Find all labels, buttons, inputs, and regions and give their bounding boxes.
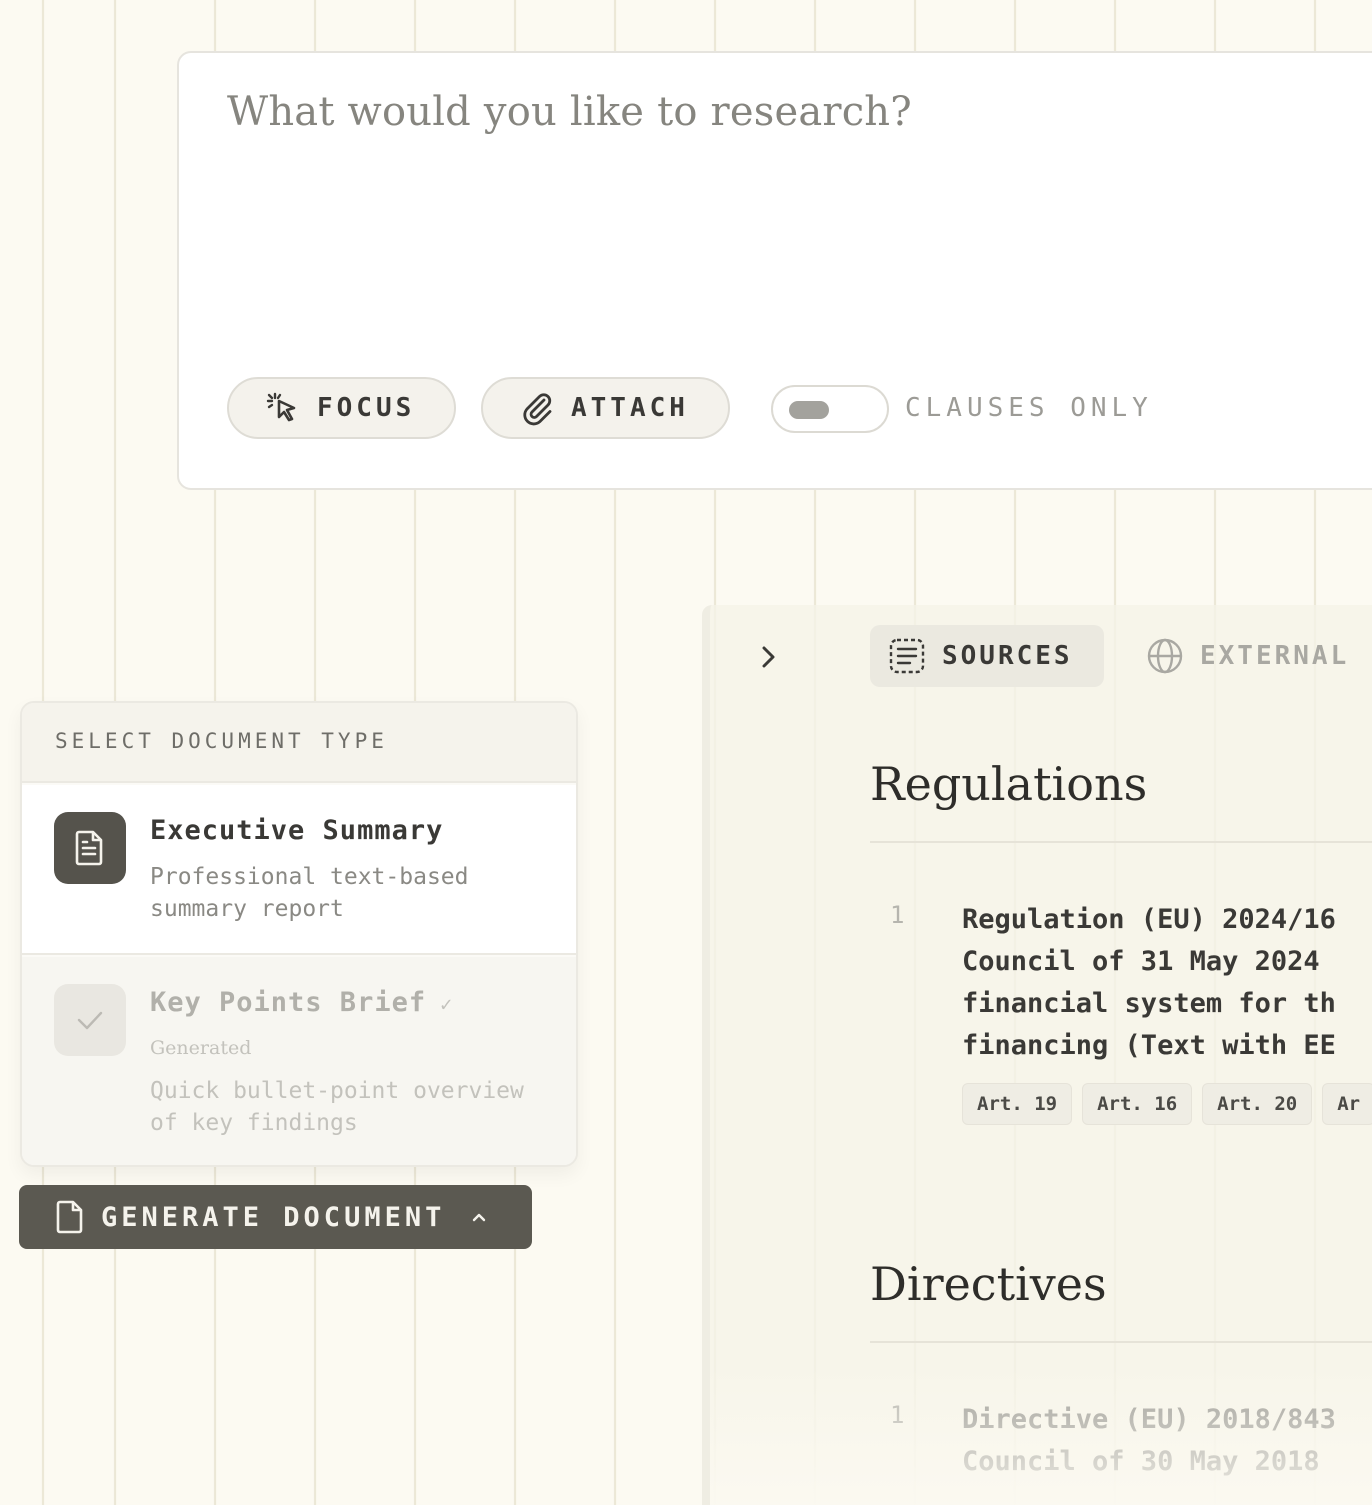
article-chip[interactable]: Art. 20 xyxy=(1202,1083,1313,1125)
tab-sources-label: SOURCES xyxy=(942,641,1073,671)
article-chip[interactable]: Art. 19 xyxy=(962,1083,1073,1125)
source-line: financing (Text with EE xyxy=(962,1030,1336,1061)
option-description: Professional text-based summary report xyxy=(150,864,469,922)
globe-icon xyxy=(1147,638,1183,674)
tab-external-label: EXTERNAL xyxy=(1200,641,1350,671)
chevron-up-icon xyxy=(473,1213,486,1222)
tab-external[interactable]: EXTERNAL xyxy=(1146,625,1372,687)
section-divider xyxy=(870,1341,1372,1343)
cursor-click-icon xyxy=(263,388,303,428)
source-item-directive[interactable]: Directive (EU) 2018/843 Council of 30 Ma… xyxy=(962,1399,1372,1483)
document-type-menu: SELECT DOCUMENT TYPE Executive Summary P… xyxy=(20,701,578,1167)
source-line: Council of 31 May 2024 xyxy=(962,946,1320,977)
option-executive-summary[interactable]: Executive Summary Professional text-base… xyxy=(22,785,576,955)
option-key-points-brief[interactable]: Key Points Brief ✓ Generated Quick bullet… xyxy=(22,957,576,1165)
option-description: Quick bullet-point overview of key findi… xyxy=(150,1078,524,1136)
source-line: Council of 30 May 2018 xyxy=(962,1446,1320,1477)
section-heading-regulations: Regulations xyxy=(870,757,1148,811)
clauses-only-toggle[interactable] xyxy=(771,385,889,433)
generate-document-label: GENERATE DOCUMENT xyxy=(101,1201,446,1233)
section-heading-directives: Directives xyxy=(870,1257,1107,1311)
chevron-right-icon xyxy=(762,646,775,668)
focus-label: FOCUS xyxy=(317,393,416,423)
option-title: Executive Summary xyxy=(150,815,444,846)
source-number: 1 xyxy=(890,901,905,929)
article-chips: Art. 19 Art. 16 Art. 20 Ar xyxy=(962,1083,1372,1125)
document-icon xyxy=(54,812,126,884)
source-line: financial system for th xyxy=(962,988,1336,1019)
attach-label: ATTACH xyxy=(571,393,689,423)
document-type-menu-header: SELECT DOCUMENT TYPE xyxy=(22,703,576,783)
source-number: 1 xyxy=(890,1401,905,1429)
document-type-menu-title: SELECT DOCUMENT TYPE xyxy=(55,729,388,753)
paperclip-icon xyxy=(517,388,557,428)
source-line: Regulation (EU) 2024/16 xyxy=(962,904,1336,935)
article-chip[interactable]: Art. 16 xyxy=(1082,1083,1193,1125)
attach-button[interactable]: ATTACH xyxy=(481,377,730,439)
tab-sources[interactable]: SOURCES xyxy=(870,625,1104,687)
focus-button[interactable]: FOCUS xyxy=(227,377,456,439)
option-title: Key Points Brief ✓ xyxy=(150,987,454,1018)
check-icon xyxy=(54,984,126,1056)
generate-document-button[interactable]: GENERATE DOCUMENT xyxy=(19,1185,532,1249)
research-prompt-card: What would you like to research? FOCUS A… xyxy=(177,51,1372,490)
source-item-regulation[interactable]: Regulation (EU) 2024/16 Council of 31 Ma… xyxy=(962,899,1372,1067)
checkmark-icon: ✓ xyxy=(440,992,454,1016)
section-divider xyxy=(870,841,1372,843)
research-input[interactable]: What would you like to research? xyxy=(227,89,912,135)
list-icon xyxy=(889,638,925,674)
file-icon xyxy=(56,1200,83,1234)
source-line: Directive (EU) 2018/843 xyxy=(962,1404,1336,1435)
toggle-knob xyxy=(789,401,829,419)
option-status: Generated xyxy=(150,1037,252,1059)
collapse-panel-button[interactable] xyxy=(750,639,786,675)
sources-panel: SOURCES EXTERNAL Regulations 1 Regulatio… xyxy=(702,605,1372,1505)
article-chip[interactable]: Ar xyxy=(1322,1083,1372,1125)
clauses-only-label: CLAUSES ONLY xyxy=(905,393,1153,423)
